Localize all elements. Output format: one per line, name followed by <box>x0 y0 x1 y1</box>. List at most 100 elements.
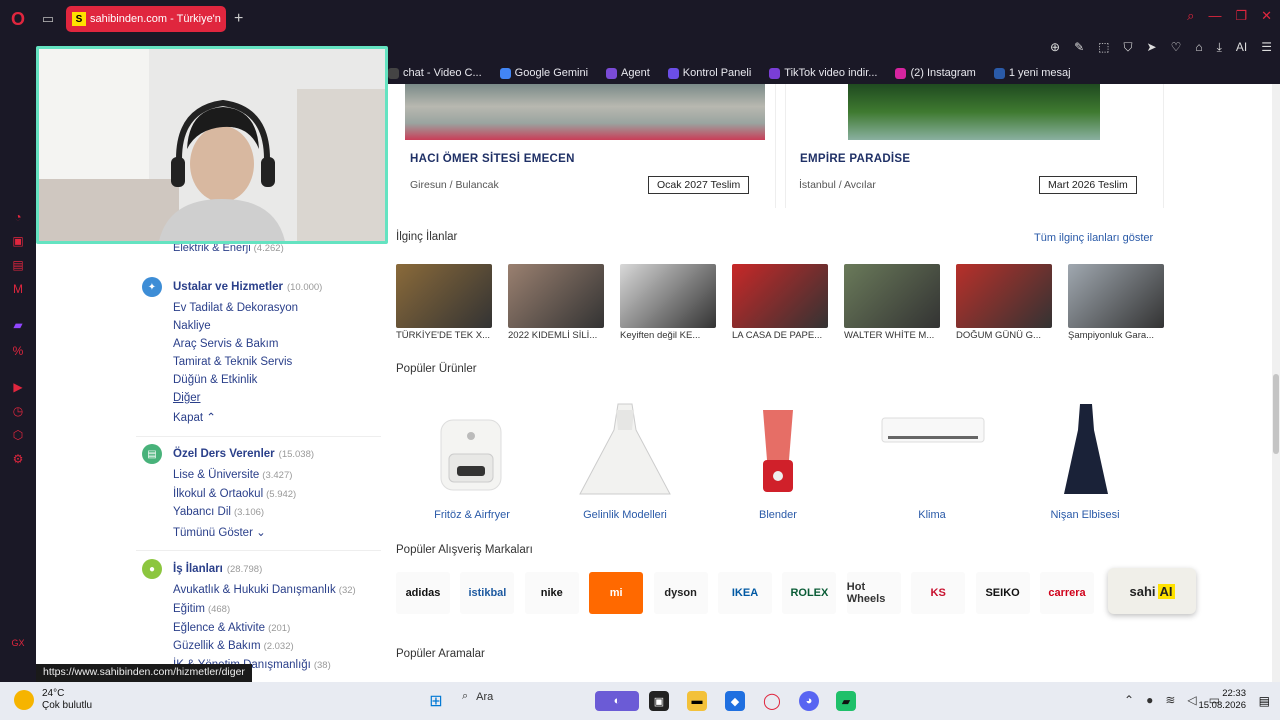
discord-icon[interactable]: ◕ <box>799 691 819 711</box>
brand-logo[interactable]: mi <box>589 572 644 614</box>
opera-logo-icon[interactable]: O <box>0 0 36 38</box>
interesting-listing-image[interactable] <box>732 264 828 328</box>
volume-icon[interactable]: ◁ <box>1187 693 1196 707</box>
project-image-empire[interactable] <box>848 84 1100 140</box>
send-icon[interactable]: ➤ <box>1147 40 1157 55</box>
wifi-icon[interactable]: ≋ <box>1165 693 1175 707</box>
maximize-icon[interactable]: ❐ <box>1235 8 1247 24</box>
tray-chevron-icon[interactable]: ⌃ <box>1124 693 1134 707</box>
show-all-interesting-link[interactable]: Tüm ilginç ilanları göster <box>1034 232 1153 244</box>
bookmark-item[interactable]: (2) Instagram <box>895 67 976 79</box>
scrollbar-thumb[interactable] <box>1273 374 1279 454</box>
bookmark-item[interactable]: TikTok video indir... <box>769 67 877 79</box>
brand-logo[interactable]: adidas <box>396 572 450 614</box>
product-caption[interactable]: Klima <box>862 509 1002 521</box>
category-ozel-ders[interactable]: ▤ Özel Ders Verenler (15.038) <box>142 444 314 464</box>
sidebar-history-icon[interactable]: ◷ <box>10 404 26 420</box>
sidebar-settings-icon[interactable]: ⚙ <box>10 452 26 468</box>
interesting-listing-caption[interactable]: 2022 KIDEMLİ SİLİ... <box>508 330 620 341</box>
brand-logo[interactable]: IKEA <box>718 572 772 614</box>
project-title[interactable]: EMPİRE PARADİSE <box>800 153 910 165</box>
windows-start-icon[interactable]: ⊞ <box>426 691 446 711</box>
sidebar-mail-icon[interactable]: M <box>10 282 26 298</box>
interesting-listing-caption[interactable]: DOĞUM GÜNÜ G... <box>956 330 1068 341</box>
brand-logo[interactable]: istikbal <box>460 572 515 614</box>
aria-ai-button[interactable]: AI <box>1236 40 1247 55</box>
project-image-haci-omer[interactable] <box>405 84 765 140</box>
subcategory-link[interactable]: Lise & Üniversite (3.427) <box>173 469 292 481</box>
interesting-listing-image[interactable] <box>956 264 1052 328</box>
category-ustalar[interactable]: ✦ Ustalar ve Hizmetler (10.000) <box>142 277 322 297</box>
task-view-icon[interactable]: ▣ <box>649 691 669 711</box>
sidebar-wallet-icon[interactable]: ▤ <box>10 258 26 274</box>
interesting-listing-image[interactable] <box>396 264 492 328</box>
subcategory-link[interactable]: Ev Tadilat & Dekorasyon <box>173 302 298 314</box>
interesting-listing-caption[interactable]: TÜRKİYE'DE TEK X... <box>396 330 508 341</box>
opera-taskbar-icon[interactable]: ◯ <box>762 691 782 711</box>
bookmark-item[interactable]: Kontrol Paneli <box>667 67 751 79</box>
product-image-air-conditioner[interactable] <box>879 396 987 466</box>
minimize-icon[interactable]: — <box>1208 8 1221 24</box>
heart-icon[interactable]: ♡ <box>1171 40 1182 55</box>
pin-icon[interactable]: ✎ <box>1074 40 1084 55</box>
page-scrollbar[interactable] <box>1272 84 1280 682</box>
bookmark-item[interactable]: Agent <box>606 67 650 79</box>
subcategory-link[interactable]: Düğün & Etkinlik <box>173 374 257 386</box>
product-caption[interactable]: Nişan Elbisesi <box>1015 509 1155 521</box>
download-icon[interactable]: ⤓ <box>1217 40 1222 55</box>
interesting-listing-caption[interactable]: Keyiften değil KE... <box>620 330 732 341</box>
sidebar-gx-icon[interactable]: GX <box>10 638 26 654</box>
subcategory-link[interactable]: Eğitim (468) <box>173 603 230 615</box>
subcategory-link[interactable]: Nakliye <box>173 320 211 332</box>
interesting-listing-image[interactable] <box>844 264 940 328</box>
weather-widget[interactable]: 24°C Çok bulutlu <box>14 688 92 712</box>
project-title[interactable]: HACI ÖMER SİTESİ EMECEN <box>410 153 575 165</box>
subcategory-link[interactable]: Tamirat & Teknik Servis <box>173 356 292 368</box>
close-icon[interactable]: ✕ <box>1261 8 1272 24</box>
search-tabs-icon[interactable]: ⌕ <box>1187 8 1194 24</box>
bookmark-item[interactable]: chat - Video C... <box>388 67 482 79</box>
brand-logo[interactable]: KS <box>911 572 966 614</box>
menu-icon[interactable]: ☰ <box>1261 40 1272 55</box>
product-image-wedding-dress[interactable] <box>570 396 680 496</box>
new-tab-plus-icon[interactable]: + <box>234 10 243 28</box>
product-image-engagement-dress[interactable] <box>1051 396 1121 496</box>
brand-logo[interactable]: ROLEX <box>782 572 837 614</box>
subcategory-link[interactable]: Eğlence & Aktivite (201) <box>173 622 290 634</box>
category-is-ilanlari[interactable]: ● İş İlanları (28.798) <box>142 559 262 579</box>
product-image-blender[interactable] <box>748 396 808 496</box>
subcategory-link[interactable]: Güzellik & Bakım (2.032) <box>173 640 294 652</box>
taskbar-search[interactable]: ⌕ Ara <box>462 690 493 703</box>
wallet-icon[interactable]: ⌂ <box>1195 40 1202 55</box>
sidebar-player-icon[interactable]: ▶ <box>10 380 26 396</box>
notification-icon[interactable]: ▤ <box>1259 694 1270 708</box>
product-caption[interactable]: Gelinlik Modelleri <box>555 509 695 521</box>
microphone-icon[interactable]: ● <box>1146 693 1153 707</box>
file-explorer-icon[interactable]: ▬ <box>687 691 707 711</box>
browser-tab-sahibinden[interactable]: S sahibinden.com - Türkiye'n <box>66 6 226 32</box>
product-image-airfryer[interactable] <box>431 396 511 496</box>
snapshot-icon[interactable]: ⬚ <box>1098 40 1109 55</box>
brand-logo[interactable]: carrera <box>1040 572 1094 614</box>
interesting-listing-image[interactable] <box>620 264 716 328</box>
interesting-listing-caption[interactable]: LA CASA DE PAPE... <box>732 330 844 341</box>
app-green-icon[interactable]: ▰ <box>836 691 856 711</box>
sahi-ai-button[interactable]: sahi AI <box>1108 568 1196 614</box>
subcategory-link[interactable]: Yabancı Dil (3.106) <box>173 506 264 518</box>
sidebar-ai-icon[interactable]: ◔ <box>10 210 26 226</box>
tab-islands-icon[interactable]: ▭ <box>36 7 60 31</box>
product-caption[interactable]: Blender <box>708 509 848 521</box>
sidebar-extensions-icon[interactable]: ⬡ <box>10 428 26 444</box>
interesting-listing-image[interactable] <box>508 264 604 328</box>
show-all-toggle[interactable]: Tümünü Göster ⌄ <box>173 525 266 539</box>
bookmark-item[interactable]: Google Gemini <box>499 67 588 79</box>
collapse-toggle[interactable]: Kapat ⌃ <box>173 410 216 424</box>
search-highlight-icon[interactable]: ◐ <box>595 691 639 711</box>
taskbar-clock[interactable]: 22:33 15.08.2026 <box>1198 688 1246 712</box>
shield-icon[interactable]: ⛉ <box>1123 40 1132 55</box>
brand-logo[interactable]: dyson <box>653 572 708 614</box>
subcategory-link[interactable]: Araç Servis & Bakım <box>173 338 278 350</box>
interesting-listing-caption[interactable]: WALTER WHİTE M... <box>844 330 956 341</box>
brand-logo[interactable]: Hot Wheels <box>846 572 901 614</box>
interesting-listing-caption[interactable]: Şampiyonluk Gara... <box>1068 330 1180 341</box>
